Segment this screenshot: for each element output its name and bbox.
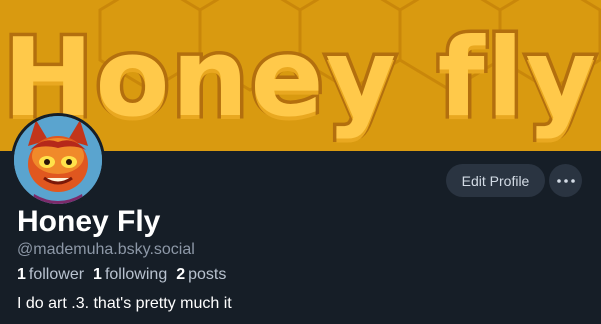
followers-label: follower — [28, 266, 85, 283]
following-label: following — [104, 266, 168, 283]
followers-count: 1 — [17, 266, 26, 283]
following-link[interactable]: 1 following — [93, 266, 167, 284]
posts-label: posts — [188, 266, 227, 283]
bio: I do art .3. that's pretty much it — [17, 295, 232, 312]
followers-link[interactable]: 1 follower — [17, 266, 84, 284]
following-count: 1 — [93, 266, 102, 283]
avatar-illustration — [14, 116, 102, 204]
posts-count: 2 — [176, 266, 186, 283]
edit-profile-button[interactable]: Edit Profile — [446, 164, 545, 197]
posts-stat: 2 posts — [176, 266, 226, 284]
display-name: Honey Fly — [17, 205, 161, 238]
avatar[interactable] — [11, 113, 105, 207]
profile-stats: 1 follower 1 following 2 posts — [17, 266, 235, 284]
ellipsis-icon — [556, 178, 575, 183]
more-options-button[interactable] — [549, 164, 582, 197]
handle: @mademuha.bsky.social — [17, 241, 195, 258]
